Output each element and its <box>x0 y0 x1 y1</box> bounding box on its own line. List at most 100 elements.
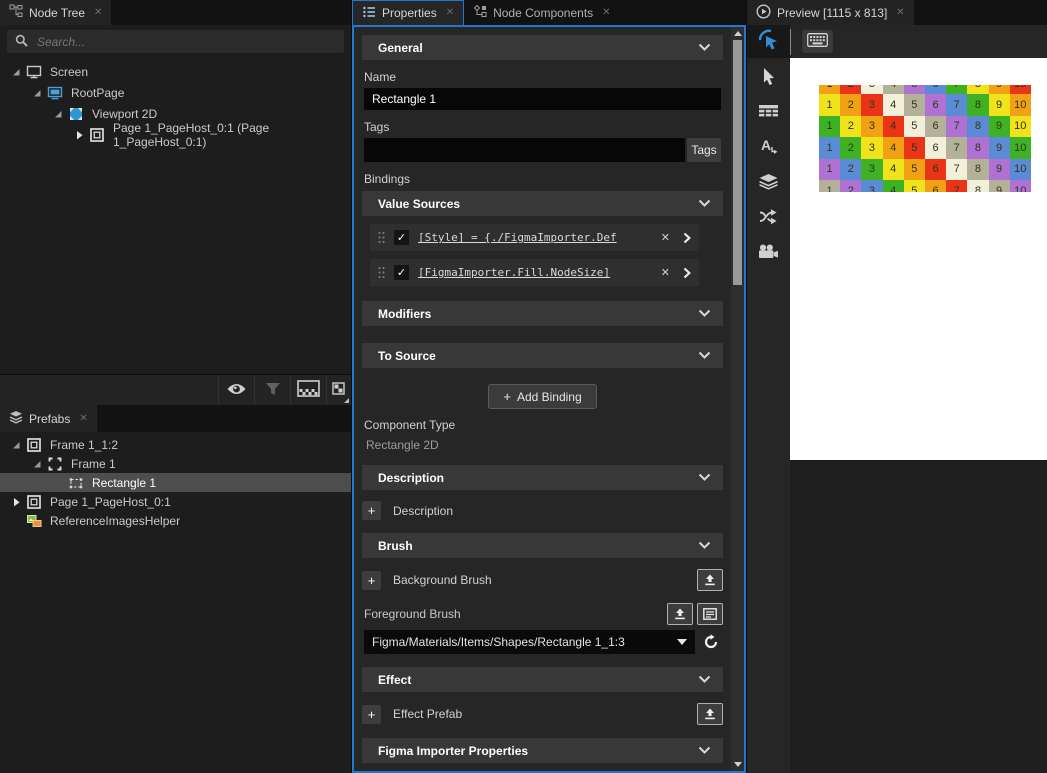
tree-item-rootpage[interactable]: RootPage <box>0 82 351 103</box>
scroll-up-icon[interactable] <box>734 31 742 36</box>
tree-item-label: Frame 1_1:2 <box>50 438 118 452</box>
tags-button[interactable]: Tags <box>687 138 721 162</box>
tree-item-screen[interactable]: Screen <box>0 61 351 82</box>
visibility-filter-button[interactable] <box>218 375 254 405</box>
section-effect[interactable]: Effect <box>362 667 723 692</box>
tab-prefabs[interactable]: Prefabs ✕ <box>0 405 97 432</box>
remove-binding-icon[interactable]: ✕ <box>659 231 672 244</box>
chevron-down-icon[interactable] <box>698 473 711 482</box>
tab-node-components[interactable]: Node Components ✕ <box>464 0 619 25</box>
tab-preview[interactable]: Preview [1115 x 813] ✕ <box>747 0 914 25</box>
interact-tool-button[interactable] <box>747 25 790 58</box>
tree-item-rectangle-1[interactable]: Rectangle 1 <box>0 473 351 492</box>
drag-handle-icon[interactable] <box>378 231 385 244</box>
camera-button[interactable] <box>755 242 783 264</box>
expander-expanded-icon[interactable] <box>8 440 23 450</box>
add-binding-button[interactable]: + Add Binding <box>488 384 596 409</box>
binding-expression[interactable]: [FigmaImporter.Fill.NodeSize] <box>418 266 650 279</box>
tree-item-label: Viewport 2D <box>92 107 157 121</box>
grid-cell: 10 <box>1010 94 1031 115</box>
keyboard-input-button[interactable] <box>802 30 833 53</box>
drag-handle-icon[interactable] <box>378 266 385 279</box>
expander-expanded-icon[interactable] <box>29 88 44 98</box>
chevron-down-icon[interactable] <box>698 309 711 318</box>
expander-expanded-icon[interactable] <box>50 109 65 119</box>
open-editor-button[interactable] <box>697 603 723 625</box>
section-brush[interactable]: Brush <box>362 533 723 558</box>
section-modifiers[interactable]: Modifiers <box>362 301 723 326</box>
tree-item-page-1-pagehost-0-1-page-1-pagehost-0-1[interactable]: Page 1_PageHost_0:1 (Page 1_PageHost_0:1… <box>0 124 351 145</box>
tree-item-page-1-pagehost-0-1[interactable]: Page 1_PageHost_0:1 <box>0 492 351 511</box>
checkerboard-icon <box>297 380 320 400</box>
add-effect-prefab-button[interactable]: + <box>362 705 381 724</box>
text-tool-button[interactable]: A <box>755 137 783 159</box>
select-tool-button[interactable] <box>755 67 783 89</box>
tree-item-frame-1-1-2[interactable]: Frame 1_1:2 <box>0 435 351 454</box>
tab-node-tree[interactable]: Node Tree ✕ <box>0 0 111 25</box>
remove-binding-icon[interactable]: ✕ <box>659 266 672 279</box>
chevron-down-icon[interactable] <box>698 541 711 550</box>
binding-row[interactable]: ✓ [Style] = {./FigmaImporter.Def ✕ <box>370 224 699 251</box>
reset-icon <box>703 634 719 650</box>
chevron-right-icon[interactable] <box>681 267 691 279</box>
close-icon[interactable]: ✕ <box>896 8 904 18</box>
revert-button[interactable] <box>699 630 723 654</box>
foreground-brush-value: Figma/Materials/Items/Shapes/Rectangle 1… <box>372 635 671 649</box>
expander-collapsed-icon[interactable] <box>8 497 23 507</box>
preview-canvas[interactable]: 1234567891012345678910123456789101234567… <box>790 58 1047 460</box>
chevron-down-icon[interactable] <box>698 746 711 755</box>
binding-enabled-checkbox[interactable]: ✓ <box>394 230 409 245</box>
scroll-down-icon[interactable] <box>734 762 742 767</box>
add-background-brush-button[interactable]: + <box>362 571 381 590</box>
tags-field[interactable] <box>364 138 685 162</box>
chevron-down-icon[interactable] <box>698 199 711 208</box>
section-general[interactable]: General <box>362 35 723 60</box>
node-tree-search[interactable] <box>7 30 344 53</box>
section-description[interactable]: Description <box>362 465 723 490</box>
tree-item-frame-1[interactable]: Frame 1 <box>0 454 351 473</box>
name-field[interactable] <box>364 88 721 110</box>
push-to-default-button[interactable] <box>697 569 723 591</box>
close-icon[interactable]: ✕ <box>94 8 102 18</box>
scrollbar-thumb[interactable] <box>733 40 742 285</box>
tree-item-referenceimageshelper[interactable]: ReferenceImagesHelper <box>0 511 351 530</box>
chevron-down-icon[interactable] <box>698 351 711 360</box>
chevron-down-icon[interactable] <box>698 675 711 684</box>
svg-text:A: A <box>761 137 771 153</box>
close-icon[interactable]: ✕ <box>446 8 454 18</box>
state-tools-button[interactable] <box>755 207 783 229</box>
chevron-down-icon[interactable] <box>698 43 711 52</box>
layers-button[interactable] <box>755 172 783 194</box>
foreground-brush-select[interactable]: Figma/Materials/Items/Shapes/Rectangle 1… <box>364 630 695 654</box>
prefabs-tabbar: Prefabs ✕ <box>0 405 351 432</box>
checkerboard-button[interactable] <box>290 375 326 405</box>
push-to-default-button[interactable] <box>667 603 693 625</box>
node-tree: ScreenRootPage Viewport 2D Page 1_PageHost… <box>0 58 351 145</box>
chevron-right-icon[interactable] <box>681 232 691 244</box>
close-icon[interactable]: ✕ <box>602 8 610 18</box>
binding-expression[interactable]: [Style] = {./FigmaImporter.Def <box>418 231 650 244</box>
grid-cell: 10 <box>1010 116 1031 137</box>
add-description-button[interactable]: + <box>362 501 381 520</box>
properties-scrollbar[interactable] <box>731 27 744 771</box>
search-input[interactable] <box>35 34 336 50</box>
grid-cell: 6 <box>925 137 946 158</box>
section-value-sources[interactable]: Value Sources <box>362 191 723 216</box>
properties-tab-label: Properties <box>382 6 437 20</box>
tab-properties[interactable]: Properties ✕ <box>352 0 464 25</box>
expander-expanded-icon[interactable] <box>8 67 23 77</box>
grid-cell: 7 <box>946 94 967 115</box>
rectangle-icon <box>67 474 84 491</box>
close-icon[interactable]: ✕ <box>79 414 87 424</box>
expander-collapsed-icon[interactable] <box>71 130 86 140</box>
binding-enabled-checkbox[interactable]: ✓ <box>394 265 409 280</box>
grid-view-button[interactable] <box>755 102 783 124</box>
background-options-button[interactable] <box>326 375 351 405</box>
push-to-default-button[interactable] <box>697 703 723 725</box>
section-to-source[interactable]: To Source <box>362 343 723 368</box>
section-figma-importer[interactable]: Figma Importer Properties <box>362 738 723 763</box>
filter-button[interactable] <box>254 375 290 405</box>
binding-row[interactable]: ✓ [FigmaImporter.Fill.NodeSize] ✕ <box>370 259 699 286</box>
expander-expanded-icon[interactable] <box>29 459 44 469</box>
tree-item-label: ReferenceImagesHelper <box>50 514 180 528</box>
